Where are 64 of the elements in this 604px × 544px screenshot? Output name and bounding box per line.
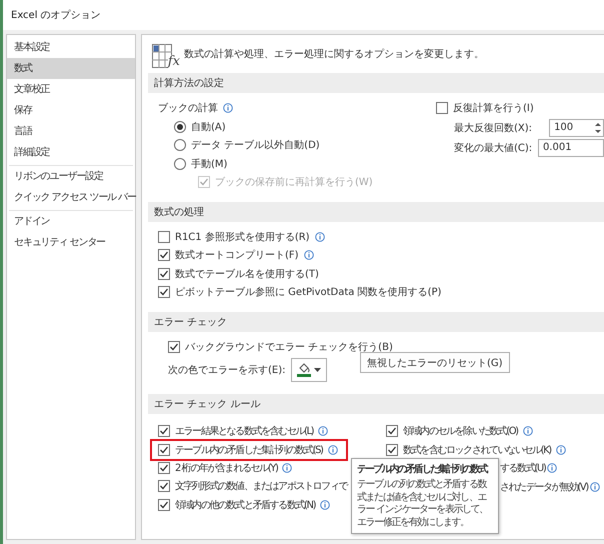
field-label: 変化の最大値(C):: [454, 142, 533, 154]
checkbox[interactable]: [158, 462, 170, 474]
checkbox-label: 文字列形式の数値、またはアポストロフィで: [175, 480, 348, 494]
checkbox-label: R1C1 参照形式を使用する(R): [175, 230, 310, 244]
radio-button[interactable]: [174, 139, 186, 152]
checkbox[interactable]: [158, 498, 170, 511]
section-header: エラー チェック ルール: [148, 394, 604, 414]
checkbox-label: されたデータが無効(V): [500, 480, 588, 494]
radio-button[interactable]: [174, 120, 186, 133]
checkbox-label: テーブル内の矛盾した集計列の数式(S): [175, 444, 323, 456]
checkbox-label: ピボットテーブル参照に GetPivotData 関数を使用する(P): [175, 286, 442, 300]
checkbox-label: 数式オートコンプリート(F): [175, 248, 299, 262]
radio-label: データ テーブル以外自動(D): [191, 138, 320, 152]
tooltip-title: テーブル内の矛盾した集計列の数式: [357, 463, 488, 476]
sidebar-item[interactable]: リボンのユーザー設定: [7, 166, 135, 187]
checkbox[interactable]: [168, 340, 180, 353]
checkbox-label: エラー結果となる数式を含むセル(L): [175, 424, 314, 438]
section-header: 計算方法の設定: [148, 73, 604, 93]
radio-label: 自動(A): [191, 120, 226, 134]
radio-button[interactable]: [174, 158, 186, 170]
sidebar-item[interactable]: アドイン: [7, 211, 135, 232]
sidebar-item[interactable]: クイック アクセス ツール バー: [7, 187, 135, 208]
sidebar-item[interactable]: 詳細設定: [7, 142, 135, 163]
field-label: 最大反復回数(X):: [454, 122, 534, 134]
header-description: 数式の計算や処理、エラー処理に関するオプションを変更します。: [184, 48, 484, 61]
sidebar-item[interactable]: 保存: [7, 100, 135, 121]
section-header: 数式の処理: [148, 202, 604, 222]
spinner-field[interactable]: 100: [549, 118, 604, 136]
checkbox[interactable]: [386, 444, 398, 456]
checkbox[interactable]: [386, 425, 398, 438]
checkbox-label: 2 桁の年が含まれるセル(Y): [175, 462, 278, 475]
checkbox[interactable]: [158, 425, 170, 438]
checkbox-label: ブックの保存前に再計算を行う(W): [215, 176, 373, 190]
sidebar-item[interactable]: 文章校正: [7, 79, 135, 100]
checkbox-label: 反復計算を行う(I): [453, 102, 534, 116]
checkbox-label: 数式を含むロックされていないセル(K): [403, 444, 551, 457]
checkbox-label: バックグラウンドでエラー チェックを行う(B): [185, 340, 393, 354]
checkbox[interactable]: [436, 102, 448, 114]
checkbox-label: 数式でテーブル名を使用する(T): [175, 268, 319, 281]
checkbox-label: 領域内の他の数式と矛盾する数式(N): [175, 498, 316, 512]
radio-label: 手動(M): [191, 158, 228, 171]
checkbox[interactable]: [158, 230, 170, 243]
checkbox[interactable]: [158, 249, 170, 262]
checkbox[interactable]: [158, 286, 170, 298]
sidebar-item[interactable]: 基本設定: [7, 37, 135, 58]
sidebar-item[interactable]: 言語: [7, 121, 135, 142]
sidebar-item[interactable]: セキュリティ センター: [7, 232, 135, 253]
checkbox[interactable]: [158, 444, 170, 456]
paint-bucket-icon: [296, 362, 310, 378]
checkbox-label: する数式(U): [500, 462, 546, 476]
input-field[interactable]: 0.001: [538, 138, 604, 156]
section-header: エラー チェック: [148, 312, 604, 332]
window-title: Excel のオプション: [11, 8, 101, 22]
workbook-calc-label: ブックの計算: [158, 102, 218, 116]
reset-errors-button[interactable]: 無視したエラーのリセット(G): [360, 352, 510, 372]
checkbox-label: 領域内のセルを除いた数式(O): [403, 424, 518, 438]
sidebar-item[interactable]: 数式: [7, 58, 135, 79]
color-picker-button[interactable]: [290, 358, 326, 382]
field-label: 次の色でエラーを示す(E):: [168, 364, 286, 377]
checkbox[interactable]: [158, 268, 170, 280]
checkbox[interactable]: [158, 480, 170, 492]
tooltip-text: テーブルの列の数式と矛盾する数式または値を含むセルに対し、エラー インジケーターを表示して、エラー修正を有効にします。: [357, 479, 489, 529]
spinner-arrows-icon[interactable]: [593, 120, 603, 134]
caret-icon: [314, 368, 320, 372]
